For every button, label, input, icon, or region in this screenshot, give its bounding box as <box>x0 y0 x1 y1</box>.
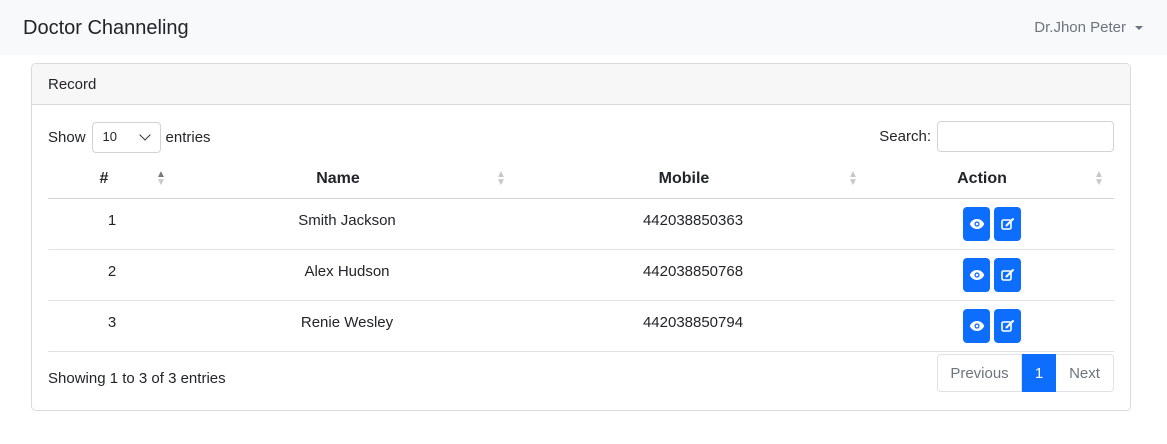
chevron-down-icon <box>138 129 151 141</box>
row-mobile: 442038850768 <box>642 263 744 280</box>
table-header: # ▲ ▼ Name ▲ ▼ Mobile ▲ ▼ Action ▲ ▼ <box>48 170 1114 199</box>
row-name: Smith Jackson <box>298 212 396 229</box>
navbar: Doctor Channeling Dr.Jhon Peter <box>0 0 1167 55</box>
eye-icon <box>969 219 984 229</box>
page-1-button[interactable]: 1 <box>1022 354 1056 392</box>
column-header-name[interactable]: Name <box>316 170 360 188</box>
eye-icon <box>969 270 984 280</box>
row-number: 3 <box>107 314 117 331</box>
view-button[interactable] <box>963 207 990 241</box>
row-actions <box>963 258 1021 292</box>
pagination: Previous 1 Next <box>937 354 1114 392</box>
sort-icon[interactable]: ▲ ▼ <box>156 170 166 188</box>
entries-label: entries <box>165 129 211 146</box>
column-header-number[interactable]: # <box>100 170 109 188</box>
row-number: 2 <box>107 263 117 280</box>
sort-icon[interactable]: ▲ ▼ <box>1094 170 1104 188</box>
row-actions <box>963 207 1021 241</box>
row-actions <box>963 309 1021 343</box>
table-row: 2 Alex Hudson 442038850768 <box>48 250 1114 301</box>
search-label: Search: <box>879 128 931 145</box>
search-control: Search: <box>879 121 1114 152</box>
record-card: Record Show 10 entries Search: # ▲ ▼ Name… <box>31 63 1131 411</box>
view-button[interactable] <box>963 309 990 343</box>
table-row: 3 Renie Wesley 442038850794 <box>48 301 1114 352</box>
edit-button[interactable] <box>994 258 1021 292</box>
column-header-action[interactable]: Action <box>957 170 1007 188</box>
show-label: Show <box>48 129 86 146</box>
page-length-control: Show 10 entries <box>48 122 211 153</box>
row-mobile: 442038850363 <box>642 212 744 229</box>
eye-icon <box>969 321 984 331</box>
page-length-value: 10 <box>102 129 117 144</box>
brand-title[interactable]: Doctor Channeling <box>23 16 189 40</box>
row-name: Renie Wesley <box>300 314 394 331</box>
edit-button[interactable] <box>994 207 1021 241</box>
next-page-button[interactable]: Next <box>1056 354 1114 392</box>
row-mobile: 442038850794 <box>642 314 744 331</box>
user-menu-dropdown[interactable]: Dr.Jhon Peter <box>1034 18 1143 38</box>
sort-icon[interactable]: ▲ ▼ <box>848 170 858 188</box>
previous-page-button[interactable]: Previous <box>937 354 1022 392</box>
row-number: 1 <box>107 212 117 229</box>
user-name: Dr.Jhon Peter <box>1034 19 1126 36</box>
edit-icon <box>1000 320 1014 332</box>
table-info: Showing 1 to 3 of 3 entries <box>48 370 226 387</box>
row-name: Alex Hudson <box>304 263 390 280</box>
sort-icon[interactable]: ▲ ▼ <box>496 170 506 188</box>
caret-down-icon <box>1135 26 1143 30</box>
view-button[interactable] <box>963 258 990 292</box>
table-row: 1 Smith Jackson 442038850363 <box>48 199 1114 250</box>
search-input[interactable] <box>937 121 1114 152</box>
page-length-select[interactable]: 10 <box>91 122 161 153</box>
edit-icon <box>1000 269 1014 281</box>
edit-button[interactable] <box>994 309 1021 343</box>
edit-icon <box>1000 218 1014 230</box>
column-header-mobile[interactable]: Mobile <box>659 170 710 188</box>
card-title: Record <box>32 64 1130 105</box>
